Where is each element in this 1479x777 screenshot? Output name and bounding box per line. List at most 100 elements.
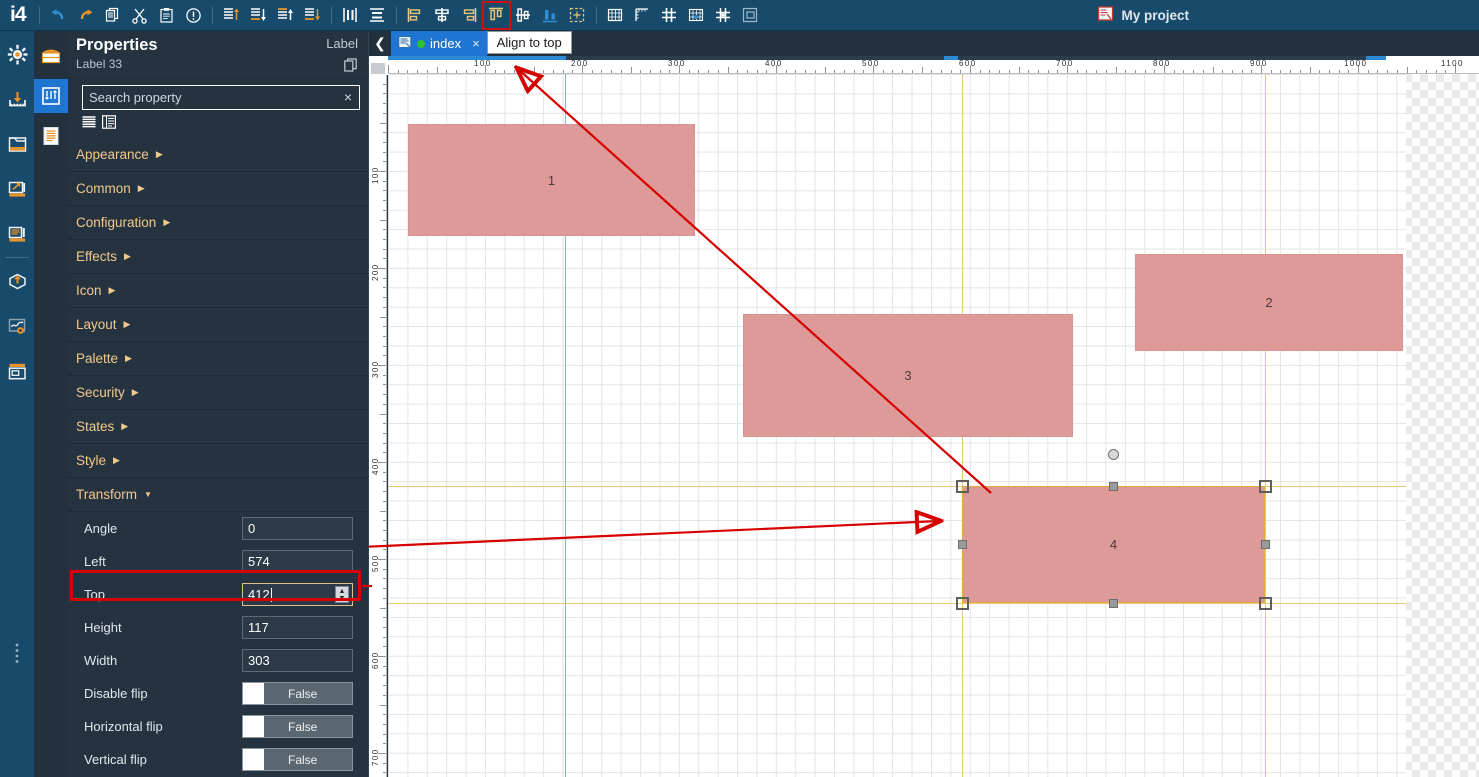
rotate-handle[interactable] — [1108, 449, 1119, 460]
text-cursor — [270, 587, 272, 602]
panel-item-outline[interactable] — [34, 119, 68, 153]
sidebar-item-list[interactable] — [0, 217, 34, 251]
panel-item-properties[interactable] — [34, 79, 68, 113]
toolbar-separator — [211, 6, 213, 24]
undo-icon[interactable] — [46, 3, 71, 28]
shape-rectangle-2[interactable]: 2 — [1135, 254, 1403, 351]
sidebar-item-export[interactable] — [0, 172, 34, 206]
align-bottom-icon[interactable] — [538, 3, 563, 28]
align-center-icon[interactable] — [430, 3, 455, 28]
ruler-label: 600 — [959, 59, 977, 68]
section-security[interactable]: Security ▶ — [68, 376, 368, 410]
align-left-icon[interactable] — [403, 3, 428, 28]
snap-to-object-icon[interactable] — [711, 3, 736, 28]
sidebar-item-deploy[interactable] — [0, 264, 34, 298]
view-mode-grouped-icon[interactable] — [102, 115, 117, 134]
shape-rectangle-3[interactable]: 3 — [743, 314, 1073, 437]
section-layout[interactable]: Layout ▶ — [68, 308, 368, 342]
resize-handle-bottom-left[interactable] — [956, 597, 969, 610]
checkbox[interactable] — [243, 749, 264, 770]
design-canvas[interactable]: 1 2 3 4 — [388, 74, 1406, 777]
horizontal-flip-toggle[interactable]: False — [242, 715, 353, 738]
angle-input[interactable]: 0 — [242, 517, 353, 540]
checkbox[interactable] — [243, 716, 264, 737]
resize-handle-top-center[interactable] — [1109, 482, 1118, 491]
shape-rectangle-4[interactable]: 4 — [962, 486, 1265, 603]
project-indicator: My project — [1097, 5, 1479, 25]
disable-flip-toggle[interactable]: False — [242, 682, 353, 705]
section-common[interactable]: Common ▶ — [68, 172, 368, 206]
property-label: Angle — [84, 521, 118, 536]
sidebar-item-scripting[interactable] — [0, 309, 34, 343]
width-input[interactable]: 303 — [242, 649, 353, 672]
resize-handle-middle-right[interactable] — [1261, 540, 1270, 549]
section-transform[interactable]: Transform ▼ — [68, 478, 368, 512]
tooltip-align-to-top: Align to top — [486, 31, 572, 54]
property-row-disable-flip: Disable flip False — [68, 677, 368, 710]
resize-handle-top-right[interactable] — [1259, 480, 1272, 493]
distribute-horizontal-icon[interactable] — [338, 3, 363, 28]
search-property-box[interactable]: × — [82, 85, 360, 110]
send-backward-icon[interactable] — [300, 3, 325, 28]
left-input[interactable]: 574 — [242, 550, 353, 573]
chevron-right-icon: ▶ — [124, 251, 131, 261]
panel-item-toolbox[interactable] — [34, 39, 68, 73]
redo-icon[interactable] — [73, 3, 98, 28]
project-name: My project — [1121, 7, 1189, 23]
ruler-label: 400 — [765, 59, 783, 68]
grid-settings-icon[interactable] — [684, 3, 709, 28]
shape-rectangle-1[interactable]: 1 — [408, 124, 695, 236]
resize-handle-bottom-right[interactable] — [1259, 597, 1272, 610]
bounding-box-icon[interactable] — [738, 3, 763, 28]
sidebar-item-pages[interactable] — [0, 127, 34, 161]
property-row-left: Left 574 — [68, 545, 368, 578]
drag-grip-icon[interactable] — [0, 641, 34, 667]
section-palette[interactable]: Palette ▶ — [68, 342, 368, 376]
snap-to-grid-icon[interactable] — [657, 3, 682, 28]
bring-forward-icon[interactable] — [273, 3, 298, 28]
resize-handle-top-left[interactable] — [956, 480, 969, 493]
section-states[interactable]: States ▶ — [68, 410, 368, 444]
distribute-vertical-icon[interactable] — [365, 3, 390, 28]
checkbox[interactable] — [243, 683, 264, 704]
grid-icon[interactable] — [603, 3, 628, 28]
ruler-corner — [369, 56, 388, 75]
sidebar-item-archive[interactable] — [0, 354, 34, 388]
send-to-back-icon[interactable] — [246, 3, 271, 28]
ruler-icon[interactable] — [630, 3, 655, 28]
align-top-icon[interactable] — [481, 0, 511, 30]
section-configuration[interactable]: Configuration ▶ — [68, 206, 368, 240]
chevron-left-icon[interactable]: ❮ — [369, 31, 391, 56]
clear-search-icon[interactable]: × — [344, 88, 352, 106]
duplicate-icon[interactable] — [344, 58, 358, 77]
view-mode-flat-icon[interactable] — [82, 115, 96, 134]
tab-index[interactable]: index × — [391, 31, 487, 56]
chevron-right-icon: ▶ — [125, 353, 132, 363]
vertical-flip-toggle[interactable]: False — [242, 748, 353, 771]
view-mode-group — [68, 110, 368, 138]
design-canvas-viewport[interactable]: 1 2 3 4 — [388, 74, 1479, 777]
spinner-arrows-icon[interactable]: ▲ ▼ — [335, 586, 349, 603]
section-style[interactable]: Style ▶ — [68, 444, 368, 478]
close-icon[interactable]: × — [472, 36, 480, 51]
bring-to-front-icon[interactable] — [219, 3, 244, 28]
align-right-icon[interactable] — [457, 3, 482, 28]
fit-selection-icon[interactable] — [565, 3, 590, 28]
section-appearance[interactable]: Appearance ▶ — [68, 138, 368, 172]
property-label: Height — [84, 620, 122, 635]
top-input[interactable]: 412 ▲ ▼ — [242, 583, 353, 606]
editor-tabbar: ❮ index × Align to top — [369, 31, 1479, 56]
cut-icon[interactable] — [127, 3, 152, 28]
resize-handle-bottom-center[interactable] — [1109, 599, 1118, 608]
section-icon[interactable]: Icon ▶ — [68, 274, 368, 308]
search-input[interactable] — [83, 86, 333, 109]
align-middle-icon[interactable] — [511, 3, 536, 28]
section-effects[interactable]: Effects ▶ — [68, 240, 368, 274]
info-icon[interactable] — [181, 3, 206, 28]
sidebar-item-import[interactable] — [0, 82, 34, 116]
height-input[interactable]: 117 — [242, 616, 353, 639]
paste-icon[interactable] — [154, 3, 179, 28]
resize-handle-middle-left[interactable] — [958, 540, 967, 549]
copy-icon[interactable] — [100, 3, 125, 28]
sidebar-item-settings[interactable] — [0, 37, 34, 71]
